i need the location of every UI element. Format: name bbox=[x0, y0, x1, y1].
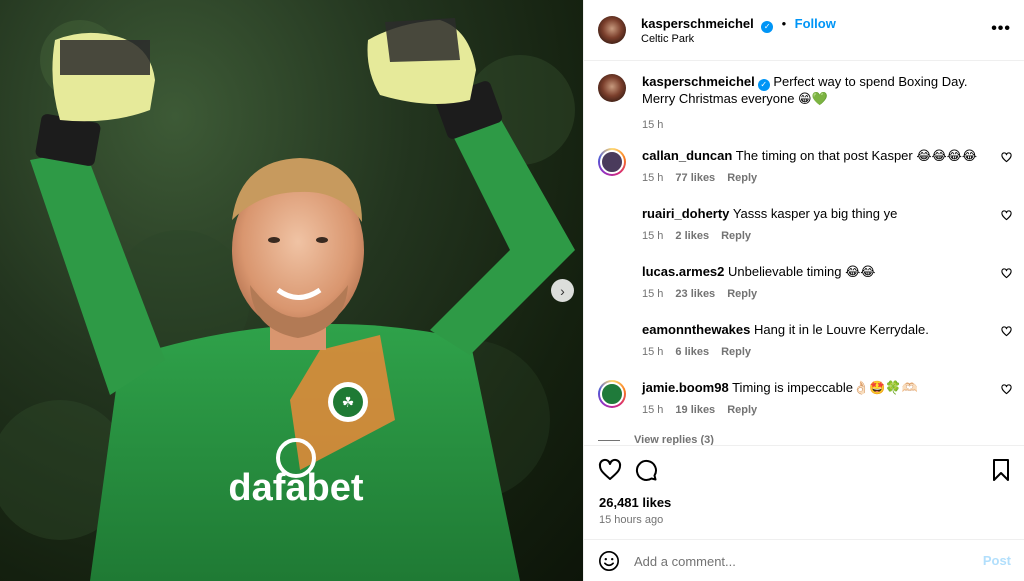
commenter-avatar[interactable] bbox=[598, 322, 626, 350]
commenter-avatar[interactable] bbox=[598, 264, 626, 292]
comment-meta: 15 h 77 likes Reply bbox=[642, 170, 987, 186]
comment-like-heart-icon[interactable] bbox=[1001, 384, 1012, 395]
likes-count[interactable]: 26,481 likes bbox=[599, 495, 671, 510]
comments-list[interactable]: kasperschmeichel ✓ Perfect way to spend B… bbox=[584, 62, 1024, 445]
svg-text:☘: ☘ bbox=[342, 395, 355, 411]
commenter-username[interactable]: ruairi_doherty bbox=[642, 206, 729, 221]
commenter-avatar[interactable] bbox=[598, 148, 626, 176]
save-bookmark-icon[interactable] bbox=[989, 458, 1013, 482]
comment-likes[interactable]: 19 likes bbox=[675, 404, 715, 416]
post-comment-button[interactable]: Post bbox=[983, 553, 1011, 568]
comment-time[interactable]: 15 h bbox=[642, 346, 663, 358]
verified-badge-icon: ✓ bbox=[757, 79, 770, 91]
caption-username[interactable]: kasperschmeichel bbox=[642, 74, 755, 89]
caption: kasperschmeichel ✓ Perfect way to spend B… bbox=[584, 74, 1024, 134]
like-heart-icon[interactable] bbox=[598, 458, 622, 482]
post-side-panel: kasperschmeichel ✓ • Follow Celtic Park … bbox=[583, 0, 1024, 581]
comment-time[interactable]: 15 h bbox=[642, 230, 663, 242]
comment-meta: 15 h 2 likes Reply bbox=[642, 228, 987, 244]
comment-row: callan_duncan The timing on that post Ka… bbox=[584, 148, 1024, 198]
separator-dot: • bbox=[781, 16, 787, 31]
commenter-avatar-image bbox=[600, 150, 624, 174]
post-actions: 26,481 likes 15 hours ago bbox=[584, 445, 1024, 539]
post-time[interactable]: 15 hours ago bbox=[599, 514, 663, 526]
caption-body: kasperschmeichel ✓ Perfect way to spend B… bbox=[642, 74, 987, 133]
comment-like-heart-icon[interactable] bbox=[1001, 326, 1012, 337]
comment-meta: 15 h 6 likes Reply bbox=[642, 344, 987, 360]
commenter-username[interactable]: jamie.boom98 bbox=[642, 380, 729, 395]
caption-time[interactable]: 15 h bbox=[642, 119, 663, 131]
caption-meta: 15 h bbox=[642, 117, 987, 133]
comment-bubble-icon[interactable] bbox=[634, 458, 658, 482]
next-photo-button[interactable]: › bbox=[551, 279, 574, 302]
comment-meta: 15 h 19 likes Reply bbox=[642, 402, 987, 418]
comment-text: The timing on that post Kasper 😂😂😂😂 bbox=[735, 148, 978, 163]
commenter-username[interactable]: eamonnthewakes bbox=[642, 322, 750, 337]
comment-input[interactable] bbox=[634, 549, 964, 573]
commenter-username[interactable]: lucas.armes2 bbox=[642, 264, 724, 279]
commenter-username[interactable]: callan_duncan bbox=[642, 148, 732, 163]
comment-text: Unbelievable timing 😂😂 bbox=[728, 264, 876, 279]
comment-row: jamie.boom98 Timing is impeccable👌🏻🤩🍀🫶🏻 1… bbox=[584, 380, 1024, 430]
reply-button[interactable]: Reply bbox=[727, 404, 757, 416]
comment-row: eamonnthewakes Hang it in le Louvre Kerr… bbox=[584, 322, 1024, 372]
caption-author-avatar[interactable] bbox=[598, 74, 626, 102]
comment-like-heart-icon[interactable] bbox=[1001, 152, 1012, 163]
comment-body: lucas.armes2 Unbelievable timing 😂😂 15 h 2… bbox=[642, 264, 987, 302]
comment-likes[interactable]: 77 likes bbox=[675, 172, 715, 184]
follow-button[interactable]: Follow bbox=[795, 16, 836, 31]
author-avatar[interactable] bbox=[598, 16, 626, 44]
comment-like-heart-icon[interactable] bbox=[1001, 210, 1012, 221]
comment-likes[interactable]: 23 likes bbox=[675, 288, 715, 300]
reply-button[interactable]: Reply bbox=[721, 230, 751, 242]
comment-time[interactable]: 15 h bbox=[642, 288, 663, 300]
comment-row: lucas.armes2 Unbelievable timing 😂😂 15 h 2… bbox=[584, 264, 1024, 314]
author-username[interactable]: kasperschmeichel bbox=[641, 16, 754, 31]
commenter-avatar[interactable] bbox=[598, 380, 626, 408]
comment-meta: 15 h 23 likes Reply bbox=[642, 286, 987, 302]
commenter-avatar[interactable] bbox=[598, 206, 626, 234]
author-line: kasperschmeichel ✓ • Follow bbox=[641, 15, 836, 33]
chevron-right-icon: › bbox=[560, 282, 565, 299]
sponsor-logo: dafabet bbox=[228, 467, 363, 509]
emoji-icon[interactable] bbox=[598, 550, 620, 572]
comment-likes[interactable]: 6 likes bbox=[675, 346, 709, 358]
verified-badge-icon: ✓ bbox=[761, 21, 774, 33]
comment-likes[interactable]: 2 likes bbox=[675, 230, 709, 242]
post-header: kasperschmeichel ✓ • Follow Celtic Park … bbox=[584, 0, 1024, 61]
reply-button[interactable]: Reply bbox=[727, 288, 757, 300]
post-photo: ☘ dafabet › bbox=[0, 0, 583, 581]
comment-text: Hang it in le Louvre Kerrydale. bbox=[754, 322, 929, 337]
comment-body: jamie.boom98 Timing is impeccable👌🏻🤩🍀🫶🏻 1… bbox=[642, 380, 987, 418]
comment-text: Timing is impeccable👌🏻🤩🍀🫶🏻 bbox=[732, 380, 918, 395]
comment-time[interactable]: 15 h bbox=[642, 404, 663, 416]
comment-body: eamonnthewakes Hang it in le Louvre Kerr… bbox=[642, 322, 987, 360]
post-location[interactable]: Celtic Park bbox=[641, 33, 694, 45]
commenter-avatar-image bbox=[600, 382, 624, 406]
reply-button[interactable]: Reply bbox=[727, 172, 757, 184]
comment-text: Yasss kasper ya big thing ye bbox=[732, 206, 898, 221]
comment-composer: Post bbox=[584, 539, 1024, 581]
reply-button[interactable]: Reply bbox=[721, 346, 751, 358]
more-options-icon[interactable]: ••• bbox=[991, 20, 1011, 38]
goalkeeper-photo: ☘ dafabet bbox=[0, 18, 575, 581]
comment-body: ruairi_doherty Yasss kasper ya big thing… bbox=[642, 206, 987, 244]
comment-body: callan_duncan The timing on that post Ka… bbox=[642, 148, 987, 186]
view-replies-button[interactable]: View replies (3) bbox=[634, 434, 714, 445]
comment-row: ruairi_doherty Yasss kasper ya big thing… bbox=[584, 206, 1024, 256]
comment-like-heart-icon[interactable] bbox=[1001, 268, 1012, 279]
comment-time[interactable]: 15 h bbox=[642, 172, 663, 184]
